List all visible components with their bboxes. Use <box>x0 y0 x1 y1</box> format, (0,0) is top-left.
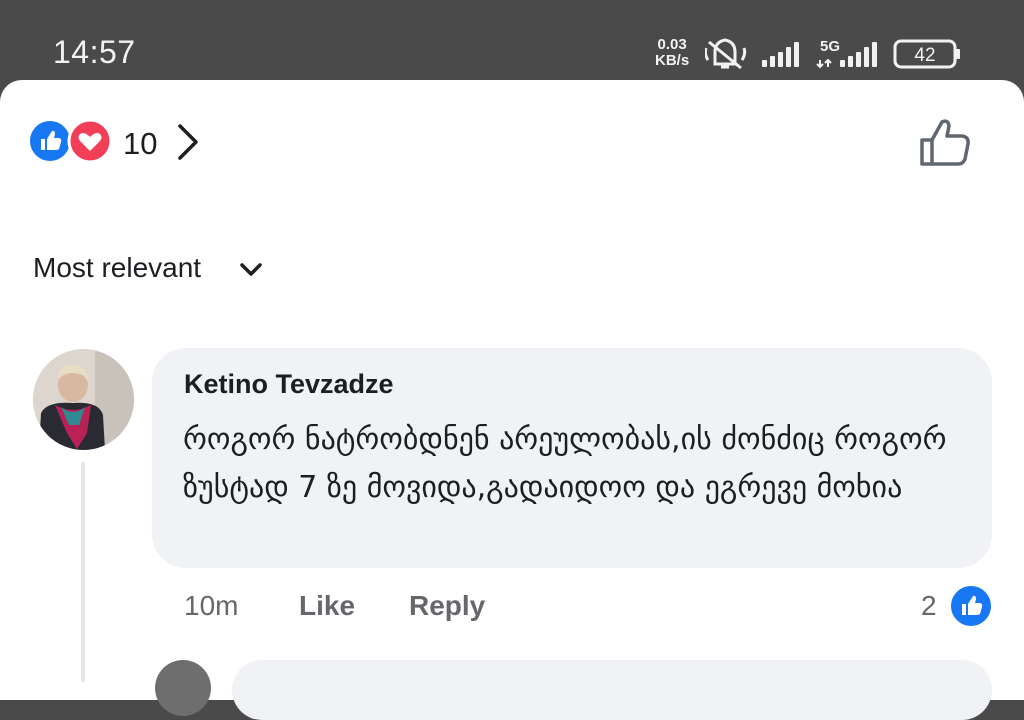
thread-line <box>81 462 85 682</box>
network-speed-value: 0.03 <box>657 36 687 53</box>
status-icons: 5G 42 <box>705 38 960 70</box>
chevron-down-icon[interactable] <box>238 258 264 280</box>
avatar-photo <box>33 349 134 450</box>
battery-level: 42 <box>914 45 935 66</box>
mute-icon <box>705 38 747 70</box>
comment-text: როგორ ნატრობდნენ არეულობას,ის ძონძიც როგ… <box>183 422 947 505</box>
reply-bubble[interactable] <box>232 660 992 720</box>
sort-label[interactable]: Most relevant <box>33 252 201 284</box>
reaction-icons <box>28 118 113 164</box>
comment-bubble[interactable]: Ketino Tevzadze როგორ ნატრობდნენ არეულობ… <box>152 348 992 568</box>
like-reaction-icon[interactable] <box>949 584 993 628</box>
network-type: 5G <box>820 38 840 55</box>
reaction-count: 10 <box>123 126 158 161</box>
reply-avatar[interactable] <box>155 660 211 716</box>
like-reaction-icon <box>28 119 72 163</box>
network-speed: 0.03 KB/s <box>655 37 689 69</box>
network-speed-unit: KB/s <box>655 52 690 69</box>
status-bar: 14:57 0.03 KB/s 5G 42 <box>0 0 1024 80</box>
love-reaction-icon <box>67 118 113 164</box>
signal-icon <box>762 42 799 67</box>
comment-like-button[interactable]: Like <box>299 590 355 622</box>
comment-reply-button[interactable]: Reply <box>409 590 485 622</box>
avatar[interactable] <box>33 349 134 450</box>
comment-timestamp: 10m <box>184 590 239 621</box>
status-time: 14:57 <box>53 34 136 70</box>
comment-author[interactable]: Ketino Tevzadze <box>184 369 394 400</box>
signal-5g-icon: 5G <box>816 38 877 69</box>
comment-reaction-count[interactable]: 2 <box>921 590 937 622</box>
chevron-right-icon <box>178 124 198 160</box>
like-button-icon[interactable] <box>918 116 974 170</box>
battery-icon: 42 <box>893 39 960 69</box>
